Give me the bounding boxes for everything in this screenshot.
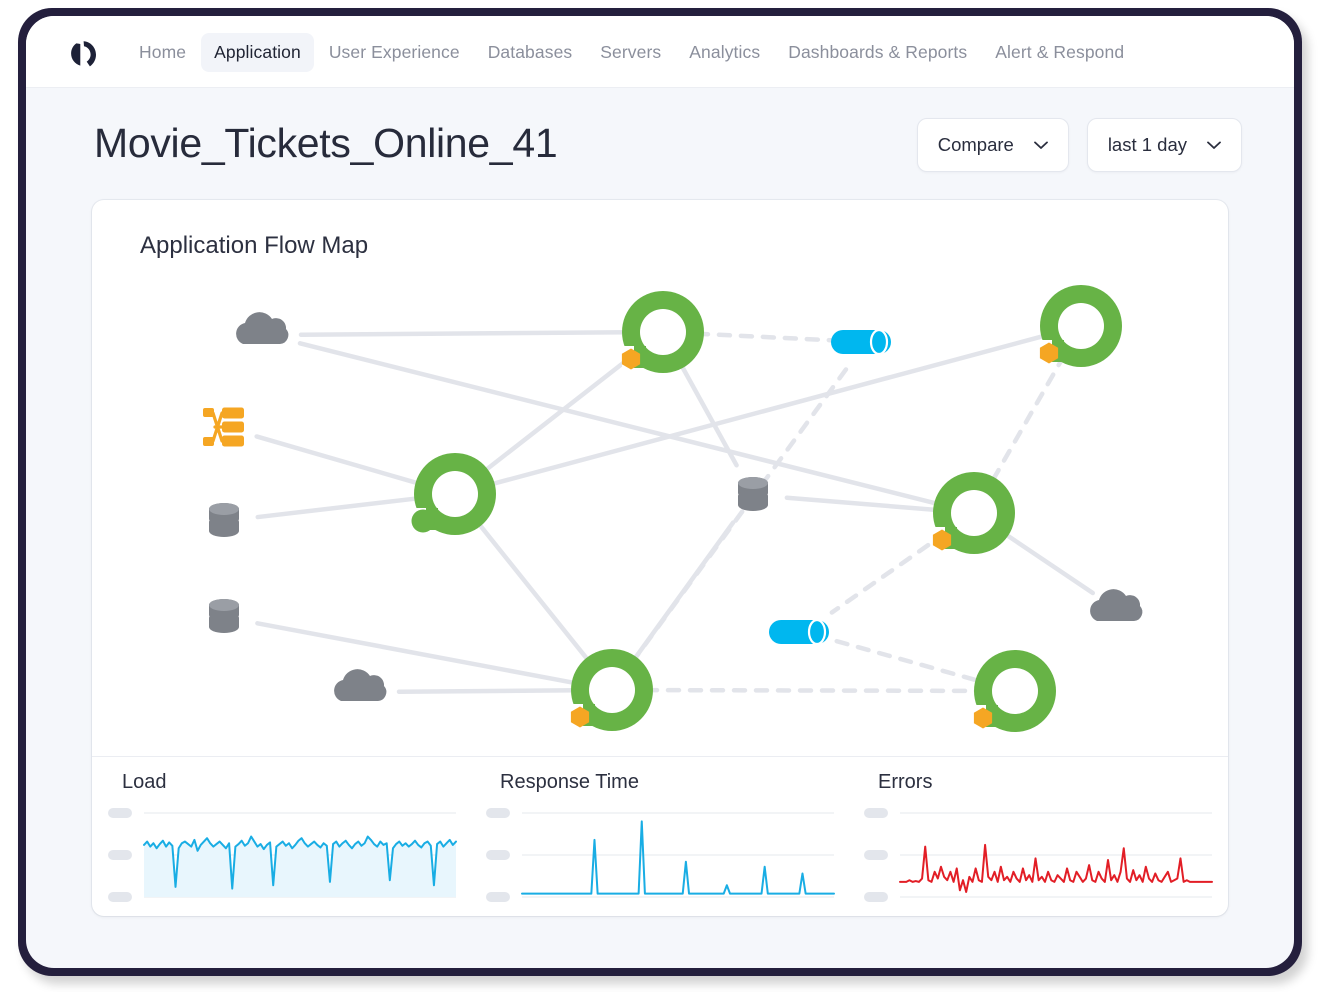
chevron-down-icon	[1207, 141, 1221, 149]
flow-node-tier-5[interactable]	[570, 649, 653, 731]
appdynamics-logo-icon[interactable]	[66, 38, 100, 72]
axis-tick-pill	[864, 850, 888, 860]
flow-node-tier-6[interactable]	[973, 650, 1056, 732]
axis-tick-pill	[486, 850, 510, 860]
axis-tick-pill	[108, 892, 132, 902]
application-flow-map[interactable]	[92, 260, 1228, 750]
axis-tick-pill	[486, 892, 510, 902]
metric-title-load: Load	[122, 771, 167, 793]
flow-node-tier-3[interactable]	[1039, 285, 1122, 367]
flow-node-database-1[interactable]	[209, 503, 239, 537]
browser-window-frame: Home Application User Experience Databas…	[18, 8, 1302, 976]
flow-node-cache-1[interactable]	[831, 328, 891, 356]
app-screen: Home Application User Experience Databas…	[26, 16, 1294, 968]
load-sparkline-chart	[108, 808, 457, 902]
flow-node-tier-2[interactable]	[411, 453, 497, 535]
nav-item-dashboards-reports[interactable]: Dashboards & Reports	[775, 33, 980, 72]
axis-tick-pill	[486, 808, 510, 818]
nav-item-home[interactable]: Home	[126, 33, 199, 72]
nav-items: Home Application User Experience Databas…	[126, 16, 1137, 88]
header-controls: Compare last 1 day	[916, 118, 1242, 172]
flow-node-database-3[interactable]	[738, 477, 768, 511]
metric-errors[interactable]: Errors	[848, 757, 1226, 916]
node-badge-circle	[411, 509, 435, 533]
nav-item-servers[interactable]: Servers	[587, 33, 674, 72]
nav-item-alert-respond[interactable]: Alert & Respond	[982, 33, 1137, 72]
page-title: Movie_Tickets_Online_41	[94, 120, 558, 166]
time-range-dropdown[interactable]: last 1 day	[1086, 118, 1242, 172]
flow-node-queue-1[interactable]	[203, 407, 244, 447]
metric-load[interactable]: Load	[92, 757, 470, 916]
chevron-down-icon	[1033, 141, 1048, 149]
metric-response-time[interactable]: Response Time	[470, 757, 848, 916]
axis-tick-pill	[864, 892, 888, 902]
flow-node-cache-2[interactable]	[769, 618, 829, 646]
time-range-label: last 1 day	[1107, 134, 1187, 155]
metric-title-errors: Errors	[878, 771, 933, 793]
flow-node-cloud-1[interactable]	[236, 312, 289, 344]
axis-tick-pill	[864, 808, 888, 818]
top-navigation-bar: Home Application User Experience Databas…	[26, 16, 1294, 88]
flow-node-database-2[interactable]	[209, 599, 239, 633]
application-flow-card: Application Flow Map Load Response Time …	[92, 200, 1228, 916]
metrics-row: Load Response Time Errors	[92, 757, 1228, 916]
metric-title-response-time: Response Time	[500, 771, 639, 793]
nav-item-analytics[interactable]: Analytics	[676, 33, 773, 72]
errors-sparkline-chart	[864, 808, 1213, 902]
chart-line	[899, 843, 1213, 893]
flow-node-cloud-3[interactable]	[1090, 589, 1143, 621]
flow-node-tier-4[interactable]	[932, 472, 1015, 554]
compare-dropdown[interactable]: Compare	[916, 118, 1069, 172]
axis-tick-pill	[108, 850, 132, 860]
axis-tick-pill	[108, 808, 132, 818]
nav-item-user-experience[interactable]: User Experience	[316, 33, 473, 72]
flow-node-cloud-2[interactable]	[334, 669, 387, 701]
nav-item-databases[interactable]: Databases	[475, 33, 586, 72]
flow-map-title: Application Flow Map	[140, 232, 369, 259]
flow-node-tier-1[interactable]	[621, 291, 704, 373]
nav-item-application[interactable]: Application	[201, 32, 314, 72]
compare-dropdown-label: Compare	[937, 134, 1014, 155]
response-time-sparkline-chart	[486, 808, 835, 902]
chart-line	[521, 820, 835, 895]
